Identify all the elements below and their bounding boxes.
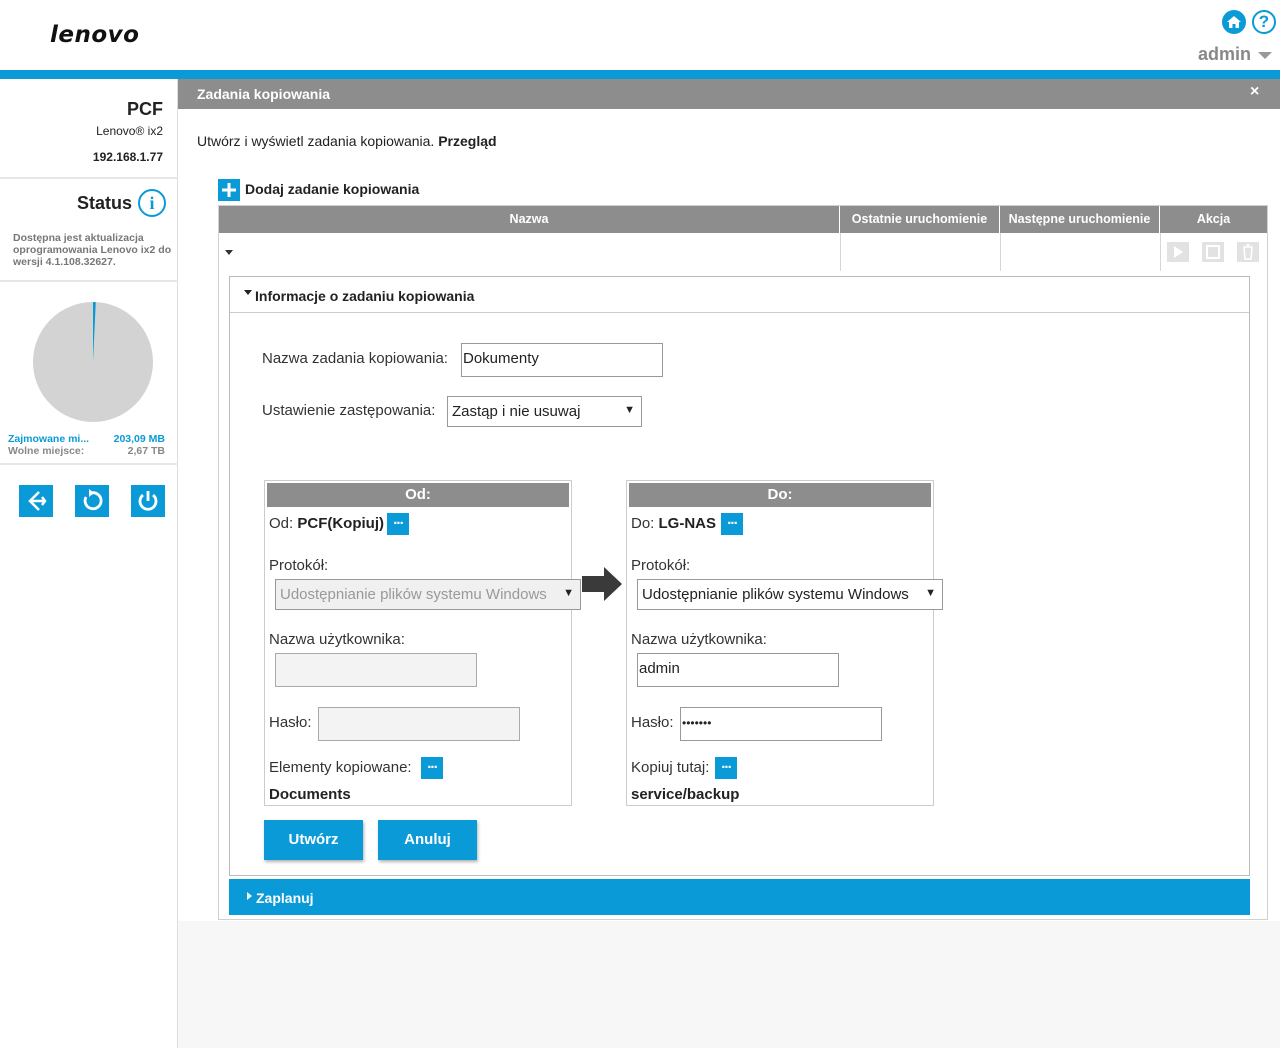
used-space-value: 203,09 MB bbox=[113, 433, 165, 445]
source-items-label: Elementy kopiowane: bbox=[269, 759, 412, 776]
create-button[interactable]: Utwórz bbox=[264, 820, 363, 860]
app-header: lenovo ? admin bbox=[0, 0, 1280, 70]
divider bbox=[0, 280, 178, 282]
cell-divider bbox=[1160, 233, 1161, 271]
update-notice[interactable]: Dostępna jest aktualizacja oprogramowani… bbox=[13, 232, 173, 268]
destination-password-field[interactable]: ••••••• bbox=[680, 707, 882, 741]
used-space-label: Zajmowane mi... bbox=[8, 433, 90, 445]
table-header: Nazwa Ostatnie uruchomienie Następne uru… bbox=[219, 206, 1267, 233]
destination-password-label: Hasło: bbox=[631, 714, 674, 731]
storage-pie-chart bbox=[33, 302, 153, 422]
source-from-value: PCF(Kopiuj) bbox=[297, 515, 385, 532]
destination-to-label: Do: bbox=[631, 515, 655, 532]
panel-title: Zadania kopiowania bbox=[197, 86, 331, 102]
divider bbox=[0, 177, 178, 179]
caret-right-icon bbox=[247, 892, 252, 900]
schedule-section-header[interactable]: Zaplanuj bbox=[229, 879, 1250, 915]
user-menu[interactable]: admin bbox=[1198, 44, 1251, 65]
stop-icon[interactable] bbox=[1201, 241, 1225, 263]
panel-intro: Utwórz i wyświetl zadania kopiowania. Pr… bbox=[197, 133, 497, 149]
source-protocol-select: Udostępnianie plików systemu Windows ▼ bbox=[275, 579, 581, 610]
destination-header: Do: bbox=[629, 483, 931, 507]
copy-here-value: service/backup bbox=[631, 786, 740, 803]
divider bbox=[0, 463, 178, 465]
panel-header: Zadania kopiowania × bbox=[178, 79, 1280, 109]
destination-username-label: Nazwa użytkownika: bbox=[631, 631, 767, 648]
lenovo-logo: lenovo bbox=[50, 22, 140, 48]
job-info-section: Informacje o zadaniu kopiowania Nazwa za… bbox=[229, 276, 1250, 876]
sidebar: PCF Lenovo® ix2 192.168.1.77 Status i Do… bbox=[0, 79, 178, 1048]
dropdown-caret-icon: ▼ bbox=[624, 404, 635, 416]
source-items-value: Documents bbox=[269, 786, 351, 803]
add-icon[interactable] bbox=[218, 179, 240, 201]
source-from: Od: PCF(Kopiuj) bbox=[269, 515, 384, 532]
job-info-title: Informacje o zadaniu kopiowania bbox=[255, 288, 475, 304]
browse-source-button[interactable]: ... bbox=[387, 512, 409, 535]
device-name: PCF bbox=[127, 99, 163, 119]
header-accent-bar bbox=[0, 70, 1280, 79]
power-icon[interactable] bbox=[131, 485, 165, 517]
source-protocol-label: Protokół: bbox=[269, 557, 329, 574]
cell-divider bbox=[1000, 233, 1001, 271]
destination-protocol-value: Udostępnianie plików systemu Windows bbox=[642, 586, 909, 603]
source-password-field bbox=[318, 707, 520, 741]
schedule-label: Zaplanuj bbox=[256, 890, 314, 906]
eject-icon[interactable] bbox=[19, 485, 53, 517]
status-heading: Status bbox=[77, 193, 133, 213]
column-header-name[interactable]: Nazwa bbox=[219, 206, 840, 233]
browse-destination-button[interactable]: ... bbox=[721, 512, 743, 535]
free-space-value: 2,67 TB bbox=[127, 445, 165, 457]
intro-text: Utwórz i wyświetl zadania kopiowania. bbox=[197, 133, 435, 149]
info-icon[interactable]: i bbox=[138, 189, 166, 217]
arrow-right-icon bbox=[582, 567, 622, 601]
overwrite-select[interactable]: Zastąp i nie usuwaj ▼ bbox=[447, 396, 642, 427]
cell-divider bbox=[840, 233, 841, 271]
destination-protocol-select[interactable]: Udostępnianie plików systemu Windows ▼ bbox=[637, 579, 943, 610]
chevron-down-icon[interactable] bbox=[1258, 52, 1272, 59]
destination-to: Do: LG-NAS bbox=[631, 515, 716, 532]
device-model: Lenovo® ix2 bbox=[96, 124, 163, 138]
overwrite-value: Zastąp i nie usuwaj bbox=[452, 403, 581, 420]
help-icon[interactable]: ? bbox=[1252, 10, 1276, 34]
device-ip: 192.168.1.77 bbox=[92, 150, 163, 164]
overwrite-label: Ustawienie zastępowania: bbox=[262, 402, 436, 419]
destination-box: Do: Do: LG-NAS ... Protokół: Udostępnian… bbox=[626, 480, 943, 806]
restart-icon[interactable] bbox=[75, 485, 109, 517]
add-job-button[interactable]: Dodaj zadanie kopiowania bbox=[245, 181, 419, 197]
free-space-label: Wolne miejsce: bbox=[8, 445, 85, 457]
source-username-field bbox=[275, 653, 477, 687]
dropdown-caret-icon: ▼ bbox=[925, 587, 936, 599]
browse-copy-here-button[interactable]: ... bbox=[715, 756, 737, 779]
overview-link[interactable]: Przegląd bbox=[438, 133, 496, 149]
destination-to-value: LG-NAS bbox=[658, 515, 717, 532]
browse-items-button[interactable]: ... bbox=[421, 756, 443, 779]
source-password-label: Hasło: bbox=[269, 714, 312, 731]
destination-protocol-label: Protokół: bbox=[631, 557, 691, 574]
source-username-label: Nazwa użytkownika: bbox=[269, 631, 405, 648]
dropdown-caret-icon: ▼ bbox=[563, 587, 574, 599]
column-header-next-run[interactable]: Następne uruchomienie bbox=[1000, 206, 1160, 233]
source-from-label: Od: bbox=[269, 515, 294, 532]
copy-here-label: Kopiuj tutaj: bbox=[631, 759, 710, 776]
home-icon[interactable] bbox=[1222, 10, 1246, 34]
job-name-label: Nazwa zadania kopiowania: bbox=[262, 350, 448, 367]
close-icon[interactable]: × bbox=[1250, 83, 1259, 101]
destination-username-field[interactable]: admin bbox=[637, 653, 839, 687]
trash-icon[interactable] bbox=[1236, 241, 1260, 263]
row-expand-icon[interactable] bbox=[225, 250, 233, 255]
main-footer-area bbox=[178, 921, 1280, 1048]
source-box: Od: Od: PCF(Kopiuj) ... Protokół: Udostę… bbox=[264, 480, 581, 806]
cancel-button[interactable]: Anuluj bbox=[378, 820, 477, 860]
job-info-header[interactable]: Informacje o zadaniu kopiowania bbox=[230, 277, 1249, 313]
column-header-action: Akcja bbox=[1196, 212, 1231, 226]
jobs-table: Nazwa Ostatnie uruchomienie Następne uru… bbox=[218, 205, 1268, 920]
job-name-field[interactable]: Dokumenty bbox=[461, 343, 663, 377]
source-header: Od: bbox=[267, 483, 569, 507]
source-protocol-value: Udostępnianie plików systemu Windows bbox=[280, 586, 547, 603]
column-header-last-run[interactable]: Ostatnie uruchomienie bbox=[840, 206, 1000, 233]
play-icon[interactable] bbox=[1166, 241, 1190, 263]
caret-down-icon[interactable] bbox=[244, 290, 252, 295]
